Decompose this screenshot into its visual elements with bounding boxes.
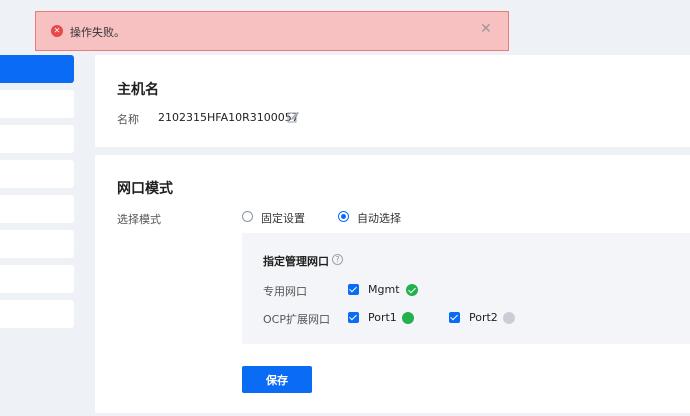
close-icon[interactable]: ✕ [480, 21, 492, 37]
sidebar-item-7[interactable] [0, 265, 74, 293]
select-mode-label: 选择模式 [117, 213, 161, 226]
toast-message: 操作失败。 [70, 26, 125, 39]
hostname-title: 主机名 [117, 82, 159, 98]
hostname-card: 主机名 名称 2102315HFA10R3100057 [95, 55, 690, 147]
sidebar-item-4[interactable] [0, 160, 74, 188]
port2-checkbox[interactable] [449, 312, 460, 323]
ocp-port-label: OCP扩展网口 [263, 313, 330, 326]
hostname-name-label: 名称 [117, 113, 139, 126]
port1-checkbox[interactable] [348, 312, 359, 323]
help-circle-icon[interactable]: ? [332, 254, 343, 265]
sidebar-item-2[interactable] [0, 90, 74, 118]
sidebar [0, 0, 80, 416]
radio-fixed-label[interactable]: 固定设置 [261, 210, 305, 226]
port1-label: Port1 [368, 311, 397, 324]
mgmt-checkbox[interactable] [348, 284, 359, 295]
port2-status-icon [503, 312, 515, 324]
mgmt-label: Mgmt [368, 283, 400, 296]
management-port-panel: 指定管理网口 ? 专用网口 Mgmt OCP扩展网口 Port1 Port2 [242, 233, 690, 344]
error-toast: ✕ 操作失败。 ✕ [35, 11, 509, 51]
sidebar-item-8[interactable] [0, 300, 74, 328]
port-mode-title: 网口模式 [117, 181, 173, 197]
port-mode-card: 网口模式 选择模式 固定设置 自动选择 指定管理网口 ? 专用网口 Mgmt O… [95, 155, 690, 413]
radio-auto[interactable] [338, 211, 349, 222]
sidebar-item-6[interactable] [0, 230, 74, 258]
mgmt-status-icon [406, 284, 418, 296]
port2-label: Port2 [469, 311, 498, 324]
management-port-title: 指定管理网口 [263, 255, 329, 268]
error-circle-icon: ✕ [51, 25, 63, 37]
hostname-value: 2102315HFA10R3100057 [158, 111, 299, 124]
save-button[interactable]: 保存 [242, 366, 312, 393]
sidebar-item-3[interactable] [0, 125, 74, 153]
port1-status-icon [402, 312, 414, 324]
radio-auto-label[interactable]: 自动选择 [357, 210, 401, 226]
sidebar-item-1[interactable] [0, 55, 74, 83]
dedicated-port-label: 专用网口 [263, 285, 307, 298]
edit-icon[interactable] [287, 111, 299, 123]
radio-fixed[interactable] [242, 211, 253, 222]
sidebar-item-5[interactable] [0, 195, 74, 223]
